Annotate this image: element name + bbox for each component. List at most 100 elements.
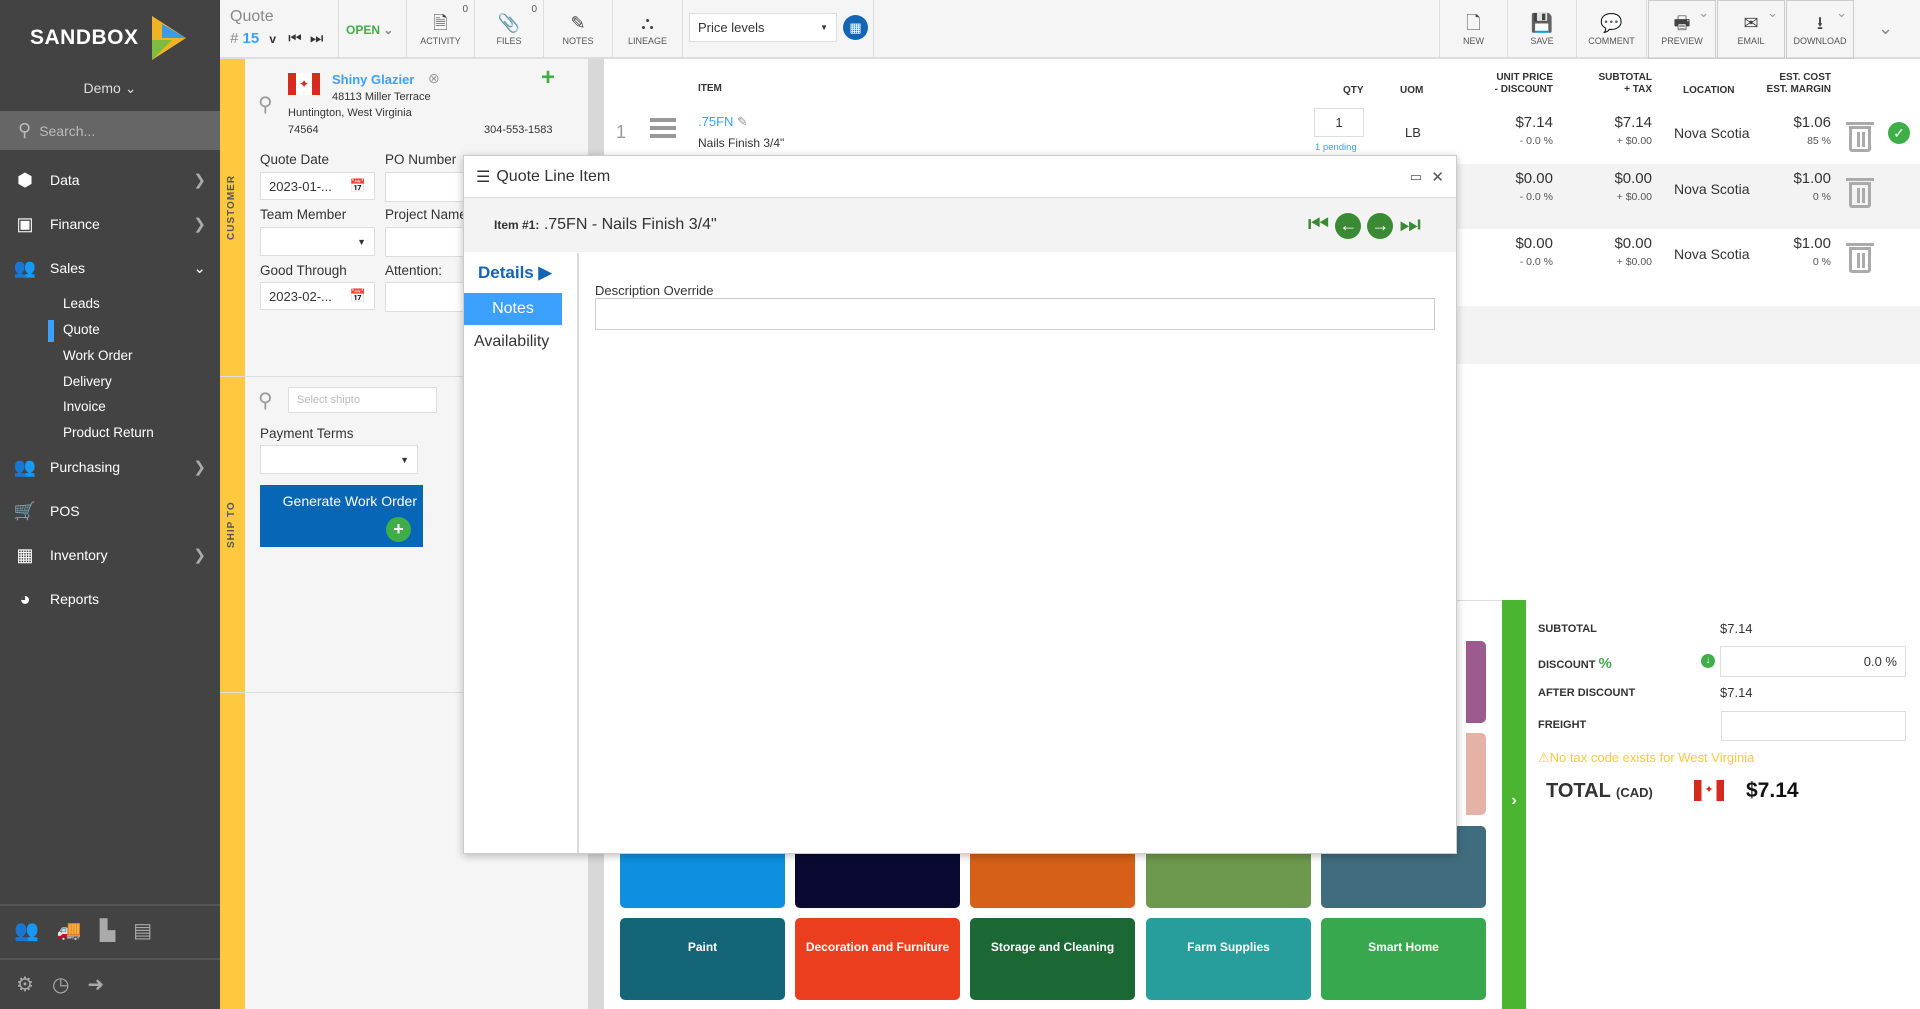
category-tile-partial[interactable] bbox=[1466, 641, 1486, 723]
activity-button[interactable]: 🗎 ACTIVITY 0 bbox=[406, 0, 475, 59]
category-tile[interactable]: Farm Supplies bbox=[1146, 918, 1311, 1000]
category-tile[interactable]: Storage and Cleaning bbox=[970, 918, 1135, 1000]
category-tile-partial[interactable] bbox=[1466, 733, 1486, 815]
sidebar-sub-product-return[interactable]: Product Return bbox=[63, 425, 154, 440]
sidebar-item-purchasing[interactable]: 👥 Purchasing ❯ bbox=[0, 449, 220, 485]
apply-discount-icon[interactable]: ↓ bbox=[1701, 654, 1715, 668]
sidebar-sub-leads[interactable]: Leads bbox=[63, 296, 100, 311]
first-item-icon[interactable]: ⏮ bbox=[1308, 213, 1330, 239]
save-button[interactable]: 💾 SAVE bbox=[1508, 0, 1577, 59]
email-button[interactable]: ✉ EMAIL ⌄ bbox=[1717, 0, 1785, 59]
last-item-icon[interactable]: ⏭ bbox=[1399, 213, 1421, 239]
sidebar-item-data[interactable]: ⬢ Data ❯ bbox=[0, 162, 220, 198]
location: Nova Scotia bbox=[1674, 246, 1750, 262]
project-name-input[interactable] bbox=[385, 227, 475, 257]
sidebar-item-sales[interactable]: 👥 Sales ⌄ bbox=[0, 250, 220, 286]
category-tile[interactable]: Decoration and Furniture bbox=[795, 918, 960, 1000]
good-through-input[interactable]: 2023-02-... 📅 bbox=[260, 282, 375, 310]
calculator-icon[interactable]: ▦ bbox=[843, 15, 868, 40]
trash-icon[interactable] bbox=[1846, 243, 1874, 273]
preview-button[interactable]: 🖶 PREVIEW ⌄ bbox=[1648, 0, 1716, 59]
sidebar-search[interactable]: ⚲ Search... bbox=[0, 111, 220, 150]
sidebar-item-finance[interactable]: ▣ Finance ❯ bbox=[0, 206, 220, 242]
price-levels-select[interactable]: Price levels ▼ bbox=[689, 13, 837, 42]
tab-availability[interactable]: Availability bbox=[464, 333, 577, 351]
maximize-icon[interactable]: ▭ bbox=[1410, 169, 1422, 185]
shipto-input[interactable]: Select shipto bbox=[288, 387, 437, 413]
collapse-totals-button[interactable]: › bbox=[1502, 600, 1526, 1009]
new-button[interactable]: 🗋 NEW bbox=[1439, 0, 1508, 59]
lineage-button[interactable]: ⛬ LINEAGE bbox=[613, 0, 683, 59]
gear-icon[interactable]: ⚙ bbox=[16, 972, 34, 997]
files-button[interactable]: 📎 FILES 0 bbox=[475, 0, 544, 59]
pending-link[interactable]: 1 pending bbox=[1315, 142, 1357, 153]
freight-input[interactable] bbox=[1721, 711, 1906, 741]
remove-customer-icon[interactable]: ⊗ bbox=[428, 70, 440, 87]
calendar-icon[interactable]: 📅 bbox=[350, 288, 366, 304]
truck-icon[interactable]: 🚚 bbox=[57, 918, 82, 943]
description-override-input[interactable] bbox=[595, 298, 1435, 330]
search-customer-icon[interactable]: ⚲ bbox=[258, 92, 273, 117]
version-button[interactable]: v bbox=[269, 32, 276, 46]
team-member-select[interactable]: ▼ bbox=[260, 227, 375, 256]
qty-input[interactable]: 1 bbox=[1314, 108, 1364, 137]
chevron-down-icon[interactable]: ⌄ bbox=[1767, 5, 1778, 21]
shipto-placeholder: Select shipto bbox=[297, 394, 360, 406]
sidebar-item-reports[interactable]: ◕ Reports bbox=[0, 581, 220, 617]
payment-terms-select[interactable]: ▼ bbox=[260, 445, 418, 474]
last-record-icon[interactable]: ⏭ bbox=[310, 30, 324, 47]
chevron-down-icon[interactable]: ⌄ bbox=[1698, 5, 1709, 21]
caret-down-icon: ▼ bbox=[400, 454, 409, 465]
next-item-icon[interactable]: → bbox=[1367, 213, 1394, 239]
drag-handle-icon[interactable] bbox=[650, 118, 676, 138]
search-shipto-icon[interactable]: ⚲ bbox=[258, 388, 273, 413]
trash-icon[interactable] bbox=[1846, 178, 1874, 208]
sidebar-sub-quote[interactable]: Quote bbox=[63, 322, 100, 337]
item-code-link[interactable]: .75FN ✎ bbox=[698, 114, 748, 130]
nav-label: POS bbox=[50, 503, 80, 519]
sidebar-sub-invoice[interactable]: Invoice bbox=[63, 399, 106, 414]
percent-toggle-icon[interactable]: % bbox=[1599, 655, 1612, 672]
edit-icon[interactable]: ✎ bbox=[737, 114, 748, 129]
prev-item-icon[interactable]: ← bbox=[1335, 213, 1362, 239]
after-discount-value: $7.14 bbox=[1720, 685, 1753, 700]
download-button[interactable]: ⭳ DOWNLOAD ⌄ bbox=[1786, 0, 1854, 59]
discount-input[interactable]: 0.0 % bbox=[1720, 646, 1906, 677]
chevron-down-icon[interactable]: ⌄ bbox=[1836, 5, 1847, 21]
sidebar-sub-work-order[interactable]: Work Order bbox=[63, 348, 133, 363]
attention-input[interactable] bbox=[385, 282, 475, 312]
tab-details[interactable]: Details ▶ bbox=[464, 263, 577, 293]
sidebar-sub-delivery[interactable]: Delivery bbox=[63, 374, 112, 389]
workspace-dropdown[interactable]: Demo ⌄ bbox=[0, 80, 220, 97]
clock-icon[interactable]: ◷ bbox=[52, 972, 69, 997]
close-icon[interactable]: ✕ bbox=[1431, 168, 1444, 186]
customer-name-link[interactable]: Shiny Glazier bbox=[332, 72, 414, 87]
comment-button[interactable]: 💬 COMMENT bbox=[1577, 0, 1647, 59]
document-icon: 🗎 bbox=[433, 13, 448, 33]
activity-count: 0 bbox=[462, 4, 468, 15]
modal-tabs: Details ▶ Notes Availability bbox=[464, 253, 579, 853]
add-customer-icon[interactable]: + bbox=[541, 64, 555, 92]
first-record-icon[interactable]: ⏮ bbox=[288, 30, 302, 47]
more-chevron-icon[interactable]: ⌄ bbox=[1878, 18, 1893, 39]
sidebar-item-inventory[interactable]: ▦ Inventory ❯ bbox=[0, 537, 220, 573]
location: Nova Scotia bbox=[1674, 125, 1750, 141]
logout-icon[interactable]: ➜ bbox=[87, 972, 104, 997]
quote-date-input[interactable]: 2023-01-... 📅 bbox=[260, 172, 375, 200]
menu-icon[interactable]: ☰ bbox=[476, 167, 490, 187]
category-tile[interactable]: Smart Home bbox=[1321, 918, 1486, 1000]
tab-notes[interactable]: Notes bbox=[464, 293, 562, 325]
factory-icon[interactable]: ▙ bbox=[100, 918, 115, 943]
notes-button[interactable]: ✎ NOTES bbox=[544, 0, 613, 59]
category-tile[interactable]: Paint bbox=[620, 918, 785, 1000]
brand-logo[interactable]: SANDBOX bbox=[30, 26, 139, 50]
sidebar-item-pos[interactable]: 🛒 POS bbox=[0, 493, 220, 529]
generate-work-order-button[interactable]: Generate Work Order + bbox=[260, 485, 423, 547]
status-dropdown[interactable]: OPEN ⌄ bbox=[346, 23, 393, 37]
col-est-cost: EST. COST EST. MARGIN bbox=[1750, 72, 1831, 96]
customers-icon[interactable]: 👥 bbox=[14, 918, 39, 943]
calendar-icon[interactable]: 📅 bbox=[350, 178, 366, 194]
archive-icon[interactable]: ▤ bbox=[133, 918, 152, 943]
trash-icon[interactable] bbox=[1846, 122, 1874, 152]
po-number-input[interactable] bbox=[385, 172, 475, 202]
